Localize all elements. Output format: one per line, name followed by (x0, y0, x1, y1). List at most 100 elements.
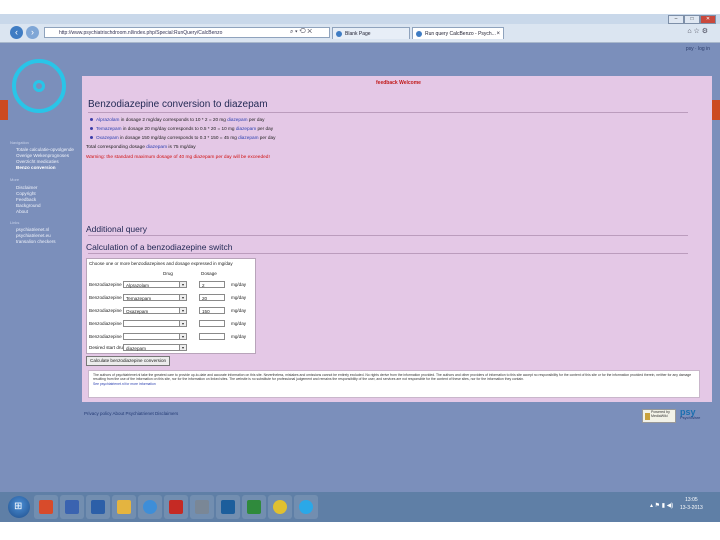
slide-bottom-margin (0, 522, 720, 540)
sidebar-item[interactable]: Overzicht medicaties (16, 159, 59, 164)
sidebar-item[interactable]: Background (16, 203, 41, 208)
taskbar-app[interactable] (86, 495, 110, 519)
bullet-icon (90, 136, 93, 140)
sidebar-item[interactable]: About (16, 209, 28, 214)
row-label: Benzodiazepine 1 (89, 282, 126, 287)
dose-input-4[interactable] (199, 320, 225, 327)
tab-calcbenzo[interactable]: Run query CalcBenzo - Psych... × (412, 27, 504, 39)
dose-input-1[interactable]: 2 (199, 281, 225, 288)
slide-marker-right (712, 100, 720, 120)
dose-input-2[interactable]: 20 (199, 294, 225, 301)
drug-select-1[interactable]: Alprazolam ▾ (123, 281, 187, 288)
disclaimer-box: The authors of psychiatrienet.nl take th… (88, 370, 700, 398)
mediawiki-badge[interactable]: Powered by MediaWiki (642, 409, 676, 423)
outlook-icon (91, 500, 105, 514)
diazepam-link[interactable]: diazepam (238, 135, 258, 140)
taskbar-app[interactable] (242, 495, 266, 519)
address-bar[interactable]: http://www.psychiatrischdroom.nl/index.p… (44, 27, 330, 38)
sidebar-item-benzo-conversion[interactable]: Benzo conversion (16, 165, 56, 170)
back-icon[interactable]: ‹ (10, 26, 23, 39)
desired-drug-select[interactable]: diazepam ▾ (123, 344, 187, 351)
taskbar-app[interactable] (294, 495, 318, 519)
footer-links[interactable]: Privacy policy About Psychiatrienet Disc… (84, 411, 178, 416)
excel-icon (247, 500, 261, 514)
desired-drug-label: Desired start drug (89, 345, 126, 350)
tab-label: Blank Page (345, 31, 371, 37)
sidebar-item[interactable]: Disclaimer (16, 185, 37, 190)
clock-date: 13-3-2013 (680, 505, 703, 511)
taskbar-app[interactable] (190, 495, 214, 519)
minimize-button[interactable]: – (668, 15, 684, 24)
select-value: Alprazolam (126, 283, 149, 288)
taskbar-app[interactable] (164, 495, 188, 519)
dose-input-3[interactable]: 150 (199, 307, 225, 314)
additional-query-heading: Additional query (86, 224, 147, 234)
clock[interactable]: 13:05 13-3-2013 (680, 496, 703, 512)
sidebar-item[interactable]: Feedback (16, 197, 36, 202)
diazepam-link[interactable]: diazepam (227, 117, 247, 122)
drug-link[interactable]: Alprazolam (96, 117, 119, 122)
chevron-down-icon: ▾ (179, 308, 186, 313)
address-toolbar: ‹ › http://www.psychiatrischdroom.nl/ind… (0, 24, 720, 43)
sidebar-section-title: Links (10, 220, 20, 225)
drug-select-5[interactable]: ▾ (123, 333, 187, 340)
psychware-badge[interactable]: psy PsychWare (680, 407, 700, 420)
ie-icon (416, 31, 422, 37)
sidebar-item[interactable]: psychiatrienet.nl (16, 227, 49, 232)
search-icon[interactable]: ⌕ ▾ ⟲ ✕ (290, 27, 312, 38)
unit-label: mg/day (231, 321, 247, 326)
tab-label: Run query CalcBenzo - Psych... (425, 31, 496, 37)
section-divider (88, 253, 688, 254)
page-title: Benzodiazepine conversion to diazepam (88, 99, 268, 110)
taskbar-app[interactable] (34, 495, 58, 519)
acrobat-icon (169, 500, 183, 514)
list-item: Oxazepam in dosage 150 mg/day correspond… (90, 135, 275, 140)
forward-icon[interactable]: › (26, 26, 39, 39)
switch-heading: Calculation of a benzodiazepine switch (86, 242, 233, 252)
select-value: Oxazepam (126, 309, 149, 314)
dose-input-5[interactable] (199, 333, 225, 340)
sidebar-item[interactable]: Totale calculatie-opvolgende (16, 147, 74, 152)
diazepam-link[interactable]: diazepam (146, 145, 167, 150)
chevron-down-icon: ▾ (179, 345, 186, 350)
taskbar-app[interactable] (112, 495, 136, 519)
drug-link[interactable]: Temazepam (96, 126, 122, 131)
taskbar-app[interactable] (268, 495, 292, 519)
feedback-banner[interactable]: feedback Welcome (376, 80, 421, 86)
disclaimer-link[interactable]: See psychiatrienet.nl for more informati… (93, 382, 695, 386)
taskbar-app[interactable] (60, 495, 84, 519)
chevron-down-icon: ▾ (179, 295, 186, 300)
main-content: feedback Welcome Benzodiazepine conversi… (82, 76, 712, 402)
maximize-button[interactable]: □ (684, 15, 700, 24)
calculate-button[interactable]: Calculate benzodiazepine conversion (86, 356, 171, 366)
row-label: Benzodiazepine 5 (89, 334, 126, 339)
title-bar: – □ ✕ (0, 14, 720, 24)
sidebar-item[interactable]: Overige Wekenprognoses (16, 153, 69, 158)
tab-close-icon[interactable]: × (496, 28, 500, 40)
close-button[interactable]: ✕ (700, 15, 716, 24)
skype-icon (299, 500, 313, 514)
list-item: Alprazolam in dosage 2 mg/day correspond… (90, 117, 264, 122)
web-page: psy · log in Navigation Totale calculati… (0, 43, 720, 492)
system-tray-icons[interactable]: ▴ ⚑ ▮ ◀) (650, 502, 673, 509)
select-value: Temazepam (126, 296, 152, 301)
drug-select-2[interactable]: Temazepam ▾ (123, 294, 187, 301)
site-logo[interactable] (12, 59, 66, 113)
url-text: http://www.psychiatrischdroom.nl/index.p… (59, 30, 223, 36)
sidebar-item[interactable]: Copyright (16, 191, 36, 196)
top-user-links[interactable]: psy · log in (686, 46, 710, 52)
drug-select-3[interactable]: Oxazepam ▾ (123, 307, 187, 314)
taskbar-app[interactable] (138, 495, 162, 519)
diazepam-link[interactable]: diazepam (236, 126, 256, 131)
office-icon (39, 500, 53, 514)
home-favorites-tools-icons[interactable]: ⌂ ☆ ⚙ (687, 27, 708, 35)
sidebar-item[interactable]: psychiatrienet.eu (16, 233, 51, 238)
tab-blank-page[interactable]: Blank Page (332, 27, 410, 39)
taskbar-app[interactable] (216, 495, 240, 519)
drug-link[interactable]: Oxazepam (96, 135, 119, 140)
start-button[interactable]: ⊞ (8, 496, 30, 518)
browser-window: – □ ✕ ‹ › http://www.psychiatrischdroom.… (0, 14, 720, 492)
drug-select-4[interactable]: ▾ (123, 320, 187, 327)
sidebar-section-title: Navigation (10, 140, 29, 145)
sidebar-item[interactable]: transalion checkers (16, 239, 56, 244)
